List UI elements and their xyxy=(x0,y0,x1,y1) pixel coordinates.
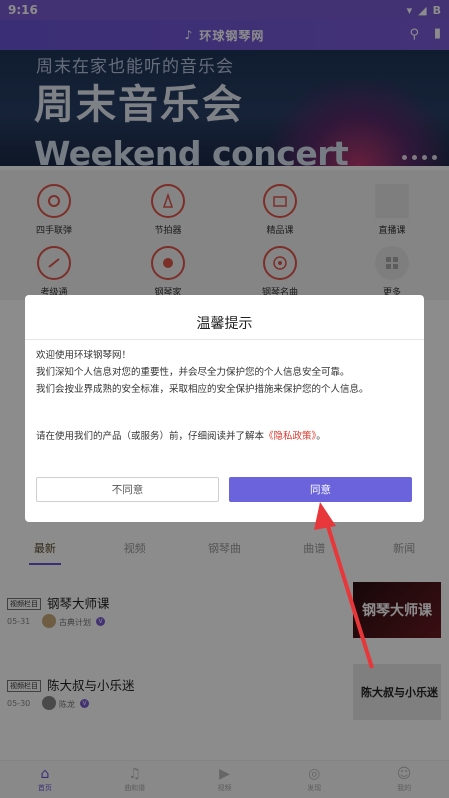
dialog-policy-text: 请在使用我们的产品（或服务）前，仔细阅读并了解本《隐私政策》。 xyxy=(36,428,326,442)
dialog-divider xyxy=(25,339,424,340)
dialog-line: 我们深知个人信息对您的重要性，并会尽全力保护您的个人信息安全可靠。 xyxy=(36,367,350,378)
dialog-line: 我们会按业界成熟的安全标准，采取相应的安全保护措施来保护您的个人信息。 xyxy=(36,384,369,395)
dialog-title: 温馨提示 xyxy=(196,316,253,332)
agree-button[interactable]: 同意 xyxy=(229,477,412,502)
privacy-policy-link[interactable]: 《隐私政策》 xyxy=(264,431,316,442)
dialog-line: 欢迎使用环球钢琴网！ xyxy=(36,350,132,361)
dialog-body: 欢迎使用环球钢琴网！ 我们深知个人信息对您的重要性，并会尽全力保护您的个人信息安… xyxy=(36,347,416,398)
policy-suffix: 。 xyxy=(316,431,326,442)
disagree-button[interactable]: 不同意 xyxy=(36,477,219,502)
policy-prefix: 请在使用我们的产品（或服务）前，仔细阅读并了解本 xyxy=(36,431,265,442)
privacy-dialog: 温馨提示 欢迎使用环球钢琴网！ 我们深知个人信息对您的重要性，并会尽全力保护您的… xyxy=(25,295,424,522)
